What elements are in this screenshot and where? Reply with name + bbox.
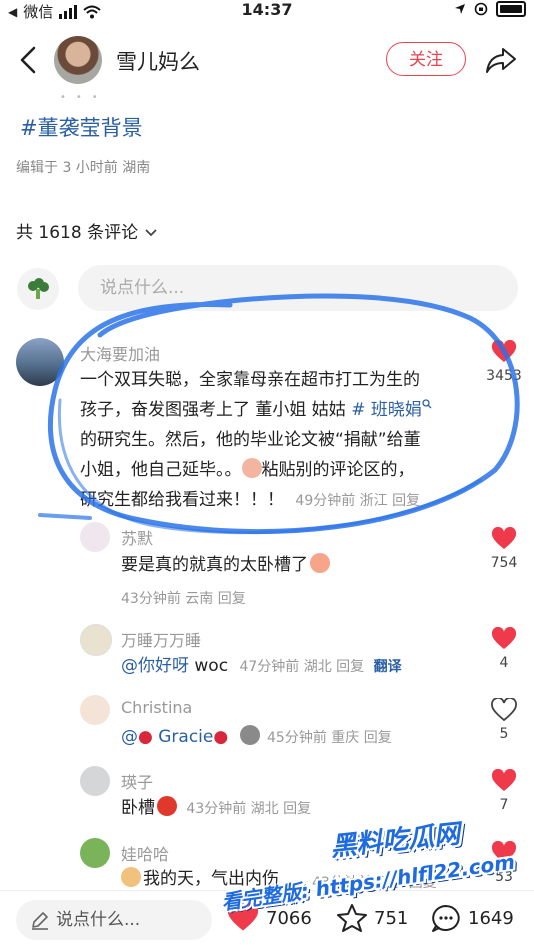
comment-bubble-icon bbox=[432, 905, 460, 932]
strawberry-icon: ● bbox=[138, 727, 153, 747]
comment-count[interactable]: 共 1618 条评论 bbox=[16, 218, 158, 243]
comment-stat[interactable]: 1649 bbox=[430, 903, 514, 933]
commenter-avatar[interactable] bbox=[80, 624, 112, 656]
comment-line-text: 小姐，他自己延毕。。 bbox=[80, 460, 242, 480]
translate-link[interactable]: 翻译 bbox=[374, 659, 402, 675]
comment-line-text: 研究生都给我看过来！！！ bbox=[80, 490, 284, 510]
like-count: 7 bbox=[499, 797, 509, 813]
post-meta: 编辑于 3 小时前 湖南 bbox=[16, 160, 151, 176]
comment-text-content: woc bbox=[189, 656, 229, 676]
rotation-lock-icon bbox=[474, 2, 488, 16]
search-icon bbox=[422, 399, 432, 409]
battery-icon bbox=[496, 1, 526, 17]
location-icon bbox=[455, 4, 465, 14]
follow-button[interactable]: 关注 bbox=[386, 42, 466, 76]
comment-like[interactable]: 4 bbox=[482, 626, 526, 671]
mention-link[interactable]: @你好呀 bbox=[121, 656, 189, 676]
commenter-avatar[interactable] bbox=[16, 338, 64, 386]
star-stat[interactable]: 751 bbox=[336, 903, 408, 933]
comment-text-content: 要是真的就真的太卧槽了 bbox=[121, 555, 308, 575]
back-arrow-icon[interactable] bbox=[14, 44, 44, 76]
comment-body[interactable]: 一个双耳失聪，全家靠母亲在超市打工为生的 孩子，奋发图强考上了 董小姐 姑姑 #… bbox=[80, 365, 480, 516]
comment-meta[interactable]: 45分钟前 重庆 回复 bbox=[267, 730, 392, 746]
grumpy-face-icon bbox=[239, 725, 260, 745]
comment-line: 的研究生。然后，他的毕业论文被“捐献”给董 bbox=[80, 430, 421, 450]
strawberry-icon: ● bbox=[213, 727, 229, 747]
commenter-avatar[interactable] bbox=[80, 695, 110, 725]
commenter-name[interactable]: 瑛子 bbox=[121, 769, 153, 793]
star-stat-count: 751 bbox=[374, 907, 409, 929]
commenter-name[interactable]: 苏默 bbox=[121, 525, 153, 549]
broccoli-avatar-icon bbox=[28, 278, 49, 299]
comment-count-label: 共 1618 条评论 bbox=[16, 223, 139, 243]
commenter-name[interactable]: 万睡万万睡 bbox=[121, 627, 201, 651]
mention-link[interactable]: @ bbox=[121, 727, 138, 747]
topic-link[interactable]: # 班晓娟 bbox=[351, 400, 422, 420]
heart-filled-icon bbox=[491, 626, 517, 649]
comment-meta[interactable]: 49分钟前 浙江 回复 bbox=[295, 493, 420, 509]
commenter-avatar[interactable] bbox=[80, 838, 110, 868]
mention-link-name[interactable]: Gracie bbox=[158, 727, 213, 747]
author-avatar[interactable] bbox=[54, 36, 102, 84]
like-count: 3453 bbox=[486, 368, 522, 384]
post-hashtag[interactable]: #董袭莹背景 bbox=[20, 112, 143, 142]
comment-line-tail: 粘贴别的评论区的， bbox=[261, 460, 415, 480]
comment-meta[interactable]: 47分钟前 湖北 回复 bbox=[239, 659, 364, 675]
shocked-face-icon bbox=[121, 867, 141, 887]
share-icon[interactable] bbox=[484, 44, 518, 76]
comment-line: 一个双耳失聪，全家靠母亲在超市打工为生的 bbox=[80, 370, 420, 390]
comment-text[interactable]: 卧槽 43分钟前 湖北 回复 bbox=[121, 793, 311, 824]
comment-like[interactable]: 5 bbox=[482, 697, 526, 742]
like-count: 754 bbox=[490, 555, 518, 571]
commenter-avatar[interactable] bbox=[80, 522, 110, 552]
status-right bbox=[454, 1, 526, 17]
like-count: 4 bbox=[499, 655, 509, 671]
like-stat-count: 7066 bbox=[266, 907, 312, 929]
commenter-name[interactable]: Christina bbox=[121, 698, 192, 717]
comment-meta[interactable]: 43分钟前 湖北 回复 bbox=[186, 801, 311, 817]
comment-like[interactable]: 7 bbox=[482, 768, 526, 813]
comment-like[interactable]: 3453 bbox=[482, 339, 526, 384]
chevron-down-icon bbox=[145, 229, 158, 237]
heart-outline-icon bbox=[491, 697, 517, 722]
blushing-face-icon bbox=[310, 553, 330, 573]
comment-line-text: 孩子，奋发图强考上了 董小姐 姑姑 bbox=[80, 400, 352, 420]
comment-like[interactable]: 754 bbox=[482, 526, 526, 571]
comment-text[interactable]: 要是真的就真的太卧槽了 bbox=[121, 550, 330, 580]
comment-stat-count: 1649 bbox=[468, 907, 514, 929]
comment-input[interactable]: 说点什么... bbox=[78, 265, 518, 311]
comment-text[interactable]: @你好呀 woc 47分钟前 湖北 回复 翻译 bbox=[121, 651, 402, 682]
pencil-icon bbox=[32, 912, 48, 930]
like-count: 5 bbox=[499, 726, 509, 742]
commenter-avatar[interactable] bbox=[80, 766, 110, 796]
comment-meta[interactable]: 43分钟前 云南 回复 bbox=[121, 588, 246, 608]
comment-line: 孩子，奋发图强考上了 董小姐 姑姑 # 班晓娟 bbox=[80, 395, 480, 425]
comment-line: 小姐，他自己延毕。。 粘贴别的评论区的， bbox=[80, 455, 480, 485]
my-avatar[interactable] bbox=[17, 268, 59, 310]
author-name[interactable]: 雪儿妈么 bbox=[116, 46, 200, 76]
comment-line: 研究生都给我看过来！！！ 49分钟前 浙江 回复 bbox=[80, 485, 480, 516]
image-pagination-dots: ••• bbox=[60, 92, 108, 103]
heart-filled-icon bbox=[491, 768, 517, 791]
heart-filled-icon bbox=[491, 526, 517, 549]
commenter-name[interactable]: 大海要加油 bbox=[80, 341, 160, 365]
commenter-name[interactable]: 娃哈哈 bbox=[121, 841, 169, 865]
star-icon bbox=[337, 904, 367, 932]
crying-face-icon bbox=[241, 458, 262, 478]
status-bar: ◀ 微信 14:37 bbox=[0, 0, 534, 22]
comment-text[interactable]: @● Gracie● 45分钟前 重庆 回复 bbox=[121, 722, 392, 753]
comment-text-content: 卧槽 bbox=[121, 798, 155, 818]
heart-filled-icon bbox=[491, 339, 517, 362]
angry-face-icon bbox=[157, 796, 177, 816]
